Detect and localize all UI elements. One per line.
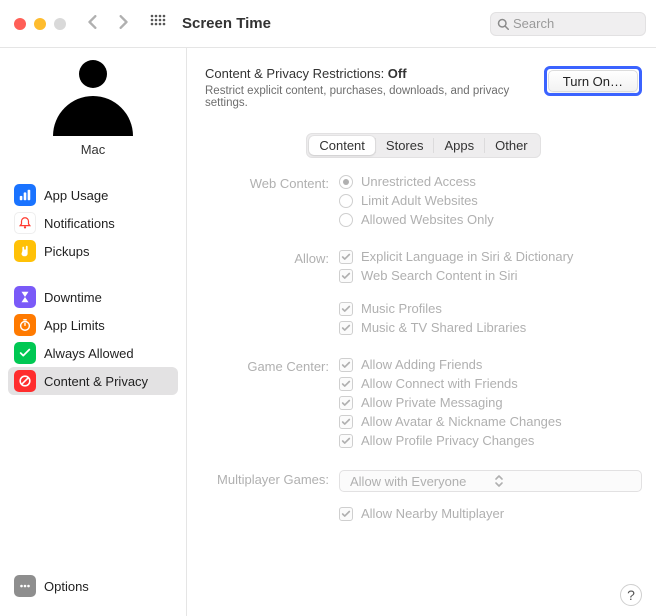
turn-on-highlight: Turn On… <box>544 66 642 96</box>
sidebar-item-downtime[interactable]: Downtime <box>8 283 178 311</box>
hand-icon <box>14 240 36 262</box>
sidebar-item-app-usage[interactable]: App Usage <box>8 181 178 209</box>
checkbox-icon <box>339 415 353 429</box>
back-button[interactable] <box>86 15 100 32</box>
sidebar-item-label: Options <box>44 579 89 594</box>
checkbox-icon <box>339 321 353 335</box>
allow-siri-web[interactable]: Web Search Content in Siri <box>339 268 642 283</box>
updown-chevron-icon <box>494 474 504 488</box>
sidebar-item-always-allowed[interactable]: Always Allowed <box>8 339 178 367</box>
checkbox-icon <box>339 302 353 316</box>
search-icon <box>497 18 509 30</box>
sidebar-item-label: Pickups <box>44 244 90 259</box>
forward-button[interactable] <box>116 15 130 32</box>
close-window-button[interactable] <box>14 18 26 30</box>
gc-connect-friends[interactable]: Allow Connect with Friends <box>339 376 642 391</box>
chevron-right-icon <box>116 15 130 29</box>
window-controls <box>14 18 66 30</box>
subheading: Restrict explicit content, purchases, do… <box>205 85 534 109</box>
bell-icon <box>14 212 36 234</box>
gc-private-messaging[interactable]: Allow Private Messaging <box>339 395 642 410</box>
allow-siri-explicit[interactable]: Explicit Language in Siri & Dictionary <box>339 249 642 264</box>
gc-avatar-nickname[interactable]: Allow Avatar & Nickname Changes <box>339 414 642 429</box>
checkbox-icon <box>339 358 353 372</box>
multiplayer-label: Multiplayer Games: <box>205 470 329 521</box>
tab-apps[interactable]: Apps <box>434 136 484 155</box>
turn-on-button[interactable]: Turn On… <box>548 70 638 92</box>
radio-icon <box>339 194 353 208</box>
sidebar-item-notifications[interactable]: Notifications <box>8 209 178 237</box>
game-center-label: Game Center: <box>205 357 329 448</box>
sidebar-item-app-limits[interactable]: App Limits <box>8 311 178 339</box>
zoom-window-button[interactable] <box>54 18 66 30</box>
tab-other[interactable]: Other <box>485 136 538 155</box>
check-icon <box>14 342 36 364</box>
window-title: Screen Time <box>182 15 271 32</box>
sidebar-item-label: Content & Privacy <box>44 374 148 389</box>
toolbar: Screen Time <box>0 0 656 48</box>
sidebar-item-options[interactable]: Options <box>8 572 178 600</box>
sidebar-item-label: App Limits <box>44 318 105 333</box>
checkbox-icon <box>339 434 353 448</box>
ellipsis-icon <box>14 575 36 597</box>
toolbar-nav <box>86 15 130 32</box>
sidebar: Mac App Usage Notifications <box>0 48 187 616</box>
radio-icon <box>339 175 353 189</box>
allow-nearby-multiplayer[interactable]: Allow Nearby Multiplayer <box>339 506 642 521</box>
allow-music-profiles[interactable]: Music Profiles <box>339 301 642 316</box>
chevron-left-icon <box>86 15 100 29</box>
gc-adding-friends[interactable]: Allow Adding Friends <box>339 357 642 372</box>
sidebar-item-label: App Usage <box>44 188 108 203</box>
sidebar-item-label: Always Allowed <box>44 346 134 361</box>
web-content-unrestricted[interactable]: Unrestricted Access <box>339 174 642 189</box>
gc-profile-privacy[interactable]: Allow Profile Privacy Changes <box>339 433 642 448</box>
body: Mac App Usage Notifications <box>0 48 656 616</box>
form: Web Content: Unrestricted Access Limit A… <box>205 174 642 521</box>
block-icon <box>14 370 36 392</box>
avatar <box>50 68 136 128</box>
content-header: Content & Privacy Restrictions: Off Rest… <box>205 66 642 109</box>
checkbox-icon <box>339 507 353 521</box>
tab-stores[interactable]: Stores <box>376 136 434 155</box>
web-content-label: Web Content: <box>205 174 329 227</box>
multiplayer-popup[interactable]: Allow with Everyone <box>339 470 642 492</box>
checkbox-icon <box>339 396 353 410</box>
search-input[interactable] <box>513 16 639 31</box>
allow-shared-libraries[interactable]: Music & TV Shared Libraries <box>339 320 642 335</box>
checkbox-icon <box>339 377 353 391</box>
sidebar-item-label: Notifications <box>44 216 115 231</box>
search-field[interactable] <box>490 12 646 36</box>
allow-label: Allow: <box>205 249 329 335</box>
window: Screen Time Mac A <box>0 0 656 616</box>
heading-status: Off <box>388 66 407 81</box>
sidebar-item-label: Downtime <box>44 290 102 305</box>
hourglass-icon <box>14 286 36 308</box>
web-content-limit-adult[interactable]: Limit Adult Websites <box>339 193 642 208</box>
checkbox-icon <box>339 250 353 264</box>
bars-icon <box>14 184 36 206</box>
minimize-window-button[interactable] <box>34 18 46 30</box>
help-button[interactable]: ? <box>620 584 642 606</box>
heading: Content & Privacy Restrictions: Off <box>205 66 534 81</box>
content-pane: Content & Privacy Restrictions: Off Rest… <box>187 48 656 616</box>
timer-icon <box>14 314 36 336</box>
sidebar-item-pickups[interactable]: Pickups <box>8 237 178 265</box>
sidebar-item-content-privacy[interactable]: Content & Privacy <box>8 367 178 395</box>
grid-icon <box>150 14 166 30</box>
user-name: Mac <box>81 142 106 157</box>
tabs: Content Stores Apps Other <box>306 133 540 158</box>
web-content-allowed-only[interactable]: Allowed Websites Only <box>339 212 642 227</box>
checkbox-icon <box>339 269 353 283</box>
tab-content[interactable]: Content <box>309 136 375 155</box>
radio-icon <box>339 213 353 227</box>
show-all-button[interactable] <box>150 14 166 33</box>
sidebar-list: App Usage Notifications Pickups <box>0 181 186 395</box>
user-section: Mac <box>0 62 186 157</box>
